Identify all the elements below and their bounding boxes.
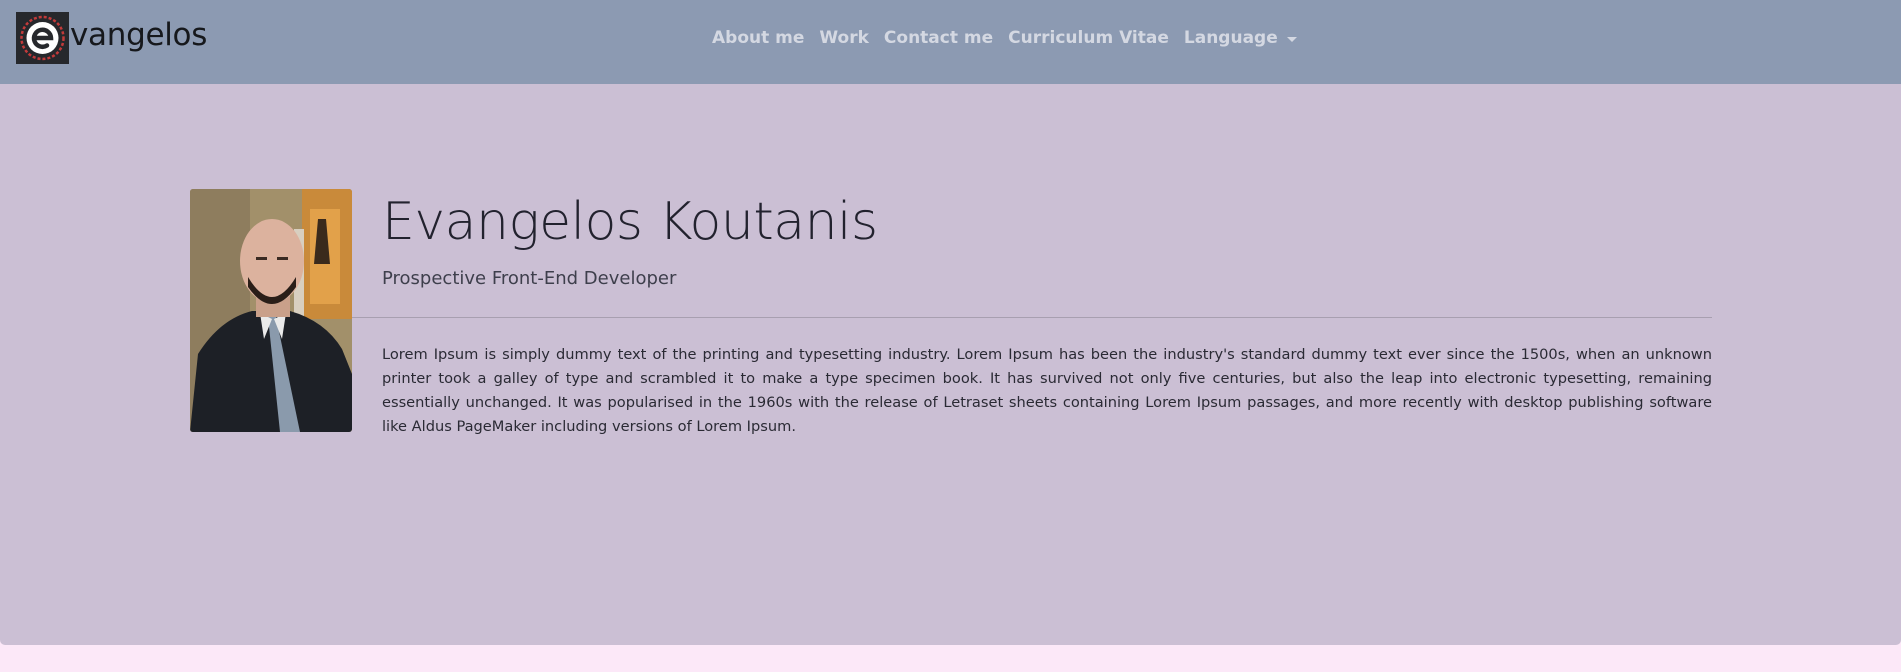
nav-link-about-me[interactable]: About me [712,28,804,48]
profile-bio: Lorem Ipsum is simply dummy text of the … [382,346,1712,435]
brand-text: vangelos [70,17,208,53]
language-label: Language [1183,28,1278,48]
profile-jumbotron: Evangelos Koutanis Prospective Front-End… [0,84,1901,645]
language-dropdown[interactable]: Language [1184,28,1297,48]
nav-links: About me Work Contact me Curriculum Vita… [712,28,1312,48]
caret-down-icon [1286,36,1297,42]
navbar: vangelos About me Work Contact me Curric… [0,0,1901,84]
nav-link-work[interactable]: Work [819,28,869,48]
brand-link[interactable]: vangelos [16,12,207,64]
profile-subtitle: Prospective Front-End Developer [382,268,677,289]
divider [352,317,1712,318]
e-monogram-logo-icon [16,12,69,64]
profile-photo [190,189,352,432]
profile-name: Evangelos Koutanis [382,192,878,252]
nav-link-curriculum-vitae[interactable]: Curriculum Vitae [1008,28,1169,48]
nav-link-contact-me[interactable]: Contact me [884,28,993,48]
